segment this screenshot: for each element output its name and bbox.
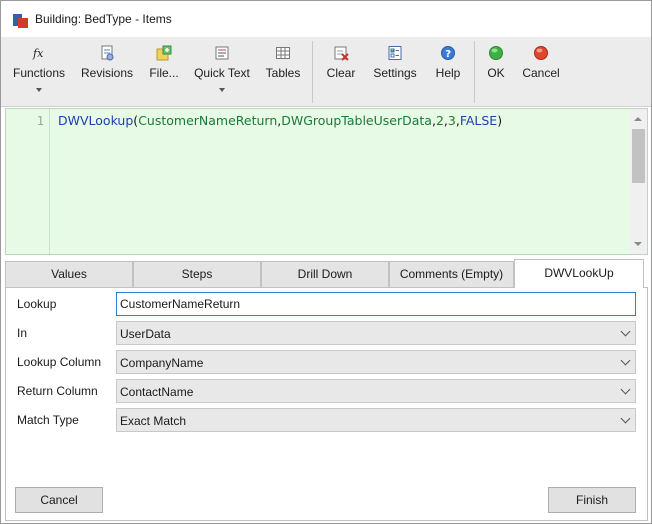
scroll-up-icon[interactable]	[634, 117, 642, 121]
line-gutter: 1	[6, 109, 50, 254]
match-type-row: Match Type Exact Match	[6, 408, 647, 432]
match-type-label: Match Type	[17, 413, 79, 427]
formula-editor[interactable]: 1 DWVLookup(CustomerNameReturn,DWGroupTa…	[5, 108, 648, 255]
match-type-select[interactable]: Exact Match	[116, 408, 636, 432]
chevron-down-icon	[620, 326, 631, 337]
tab-dwvlookup[interactable]: DWVLookUp	[514, 259, 644, 288]
code-arg: DWGroupTableUserData	[281, 113, 432, 128]
quick-text-button[interactable]: Quick Text	[193, 45, 251, 103]
functions-button[interactable]: fx Functions	[11, 45, 67, 103]
svg-text:fx: fx	[32, 47, 44, 60]
editor-scrollbar[interactable]	[630, 109, 647, 254]
ok-icon	[488, 45, 504, 61]
app-icon	[13, 12, 29, 28]
line-number: 1	[36, 114, 44, 128]
cancel-toolbar-button[interactable]: Cancel	[521, 45, 561, 103]
return-column-select[interactable]: ContactName	[116, 379, 636, 403]
dialog-window: Building: BedType - Items fx Functions R…	[0, 0, 652, 524]
quick-text-icon	[214, 45, 230, 61]
toolbar-separator	[312, 41, 313, 103]
lookup-input[interactable]	[117, 293, 635, 315]
help-button[interactable]: ? Help	[433, 45, 463, 103]
lookup-field[interactable]	[116, 292, 636, 316]
tables-button[interactable]: Tables	[263, 45, 303, 103]
tab-steps[interactable]: Steps	[133, 261, 261, 287]
lookup-row: Lookup	[6, 292, 647, 316]
tab-drill-down[interactable]: Drill Down	[261, 261, 389, 287]
return-column-value: ContactName	[120, 385, 194, 399]
code-arg: CustomerNameReturn	[138, 113, 278, 128]
revisions-icon	[99, 45, 115, 61]
code-function: DWVLookup	[58, 113, 134, 128]
in-select[interactable]: UserData	[116, 321, 636, 345]
code-arg: 2	[435, 113, 444, 128]
in-value: UserData	[120, 327, 171, 341]
lookup-label: Lookup	[17, 297, 57, 311]
match-type-value: Exact Match	[120, 414, 187, 428]
help-icon: ?	[440, 45, 456, 61]
dwvlookup-panel: Lookup In UserData Lookup Column Company…	[5, 287, 648, 521]
tab-values[interactable]: Values	[5, 261, 133, 287]
return-column-label: Return Column	[17, 384, 98, 398]
in-row: In UserData	[6, 321, 647, 345]
clear-icon	[333, 45, 349, 61]
finish-button[interactable]: Finish	[548, 487, 636, 513]
return-column-row: Return Column ContactName	[6, 379, 647, 403]
chevron-down-icon	[620, 413, 631, 424]
function-icon: fx	[31, 45, 47, 61]
lookup-column-row: Lookup Column CompanyName	[6, 350, 647, 374]
scroll-down-icon[interactable]	[634, 242, 642, 246]
code-arg: 3	[447, 113, 456, 128]
in-label: In	[17, 326, 28, 340]
lookup-column-label: Lookup Column	[17, 355, 102, 369]
settings-icon	[387, 45, 403, 61]
file-icon	[156, 45, 172, 61]
cancel-icon	[533, 45, 549, 61]
code-paren: )	[497, 113, 503, 128]
svg-text:?: ?	[445, 49, 451, 60]
tab-bar: Values Steps Drill Down Comments (Empty)…	[5, 259, 648, 288]
toolbar: fx Functions Revisions File... Quick Tex…	[1, 37, 651, 107]
code-arg: FALSE	[459, 113, 498, 128]
chevron-down-icon	[620, 355, 631, 366]
cancel-button[interactable]: Cancel	[15, 487, 103, 513]
chevron-down-icon	[620, 384, 631, 395]
chevron-down-icon[interactable]	[219, 88, 225, 92]
toolbar-separator	[474, 41, 475, 103]
lookup-column-select[interactable]: CompanyName	[116, 350, 636, 374]
revisions-button[interactable]: Revisions	[79, 45, 135, 103]
window-title: Building: BedType - Items	[35, 12, 172, 26]
chevron-down-icon[interactable]	[36, 88, 42, 92]
title-bar: Building: BedType - Items	[1, 1, 651, 37]
settings-button[interactable]: Settings	[371, 45, 419, 103]
scroll-thumb[interactable]	[632, 129, 645, 183]
lookup-column-value: CompanyName	[120, 356, 204, 370]
file-button[interactable]: File...	[147, 45, 181, 103]
ok-button[interactable]: OK	[483, 45, 509, 103]
formula-code[interactable]: DWVLookup(CustomerNameReturn,DWGroupTabl…	[58, 113, 502, 128]
clear-button[interactable]: Clear	[323, 45, 359, 103]
tables-icon	[275, 45, 291, 61]
tab-comments[interactable]: Comments (Empty)	[389, 261, 514, 287]
